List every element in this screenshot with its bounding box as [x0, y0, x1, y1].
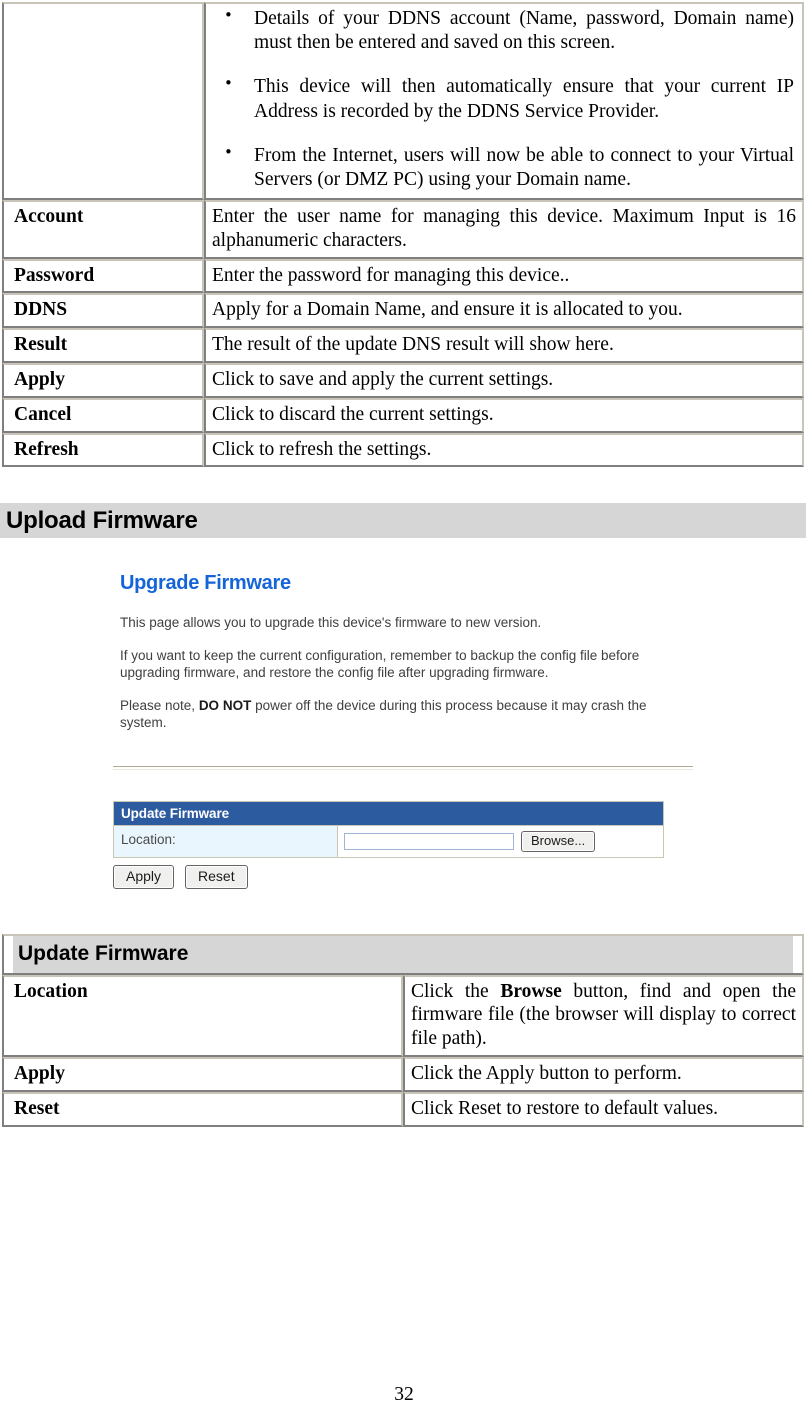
screenshot-paragraph-3: Please note, DO NOT power off the device…: [120, 697, 695, 732]
table-row: DDNS Apply for a Domain Name, and ensure…: [2, 293, 804, 329]
location-row: Location: Browse...: [114, 824, 663, 857]
row-label-location: Location: [2, 974, 403, 1057]
ddns-empty-label-cell: [2, 2, 204, 201]
table-row: Result The result of the update DNS resu…: [2, 328, 804, 363]
table-row: Password Enter the password for managing…: [2, 258, 804, 294]
table-row: Update Firmware: [2, 934, 804, 975]
browse-button[interactable]: Browse...: [521, 830, 596, 852]
screenshot-heading: Upgrade Firmware: [120, 572, 291, 594]
router-ui-screenshot: Upgrade Firmware This page allows you to…: [113, 572, 695, 890]
table-row: Apply Click the Apply button to perform.: [2, 1056, 804, 1092]
location-input[interactable]: [344, 832, 514, 850]
ddns-intro-cell: Details of your DDNS account (Name, pass…: [204, 2, 804, 201]
row-desc-location: Click the Browse button, find and open t…: [403, 974, 804, 1057]
list-item: From the Internet, users will now be abl…: [224, 143, 796, 192]
location-desc-pre: Click the: [411, 980, 501, 1002]
row-desc-account: Enter the user name for managing this de…: [204, 200, 804, 259]
note-emphasis-text: DO NOT: [198, 697, 252, 713]
panel-title-bar: Update Firmware: [114, 801, 663, 825]
note-prefix-text: Please note,: [120, 697, 199, 713]
row-desc-apply: Click to save and apply the current sett…: [204, 362, 804, 398]
reset-button[interactable]: Reset: [185, 864, 248, 890]
row-desc-password: Enter the password for managing this dev…: [204, 258, 804, 294]
row-label-apply: Apply: [2, 362, 204, 398]
row-desc-apply-fw: Click the Apply button to perform.: [403, 1056, 804, 1092]
table-row: Reset Click Reset to restore to default …: [2, 1091, 804, 1127]
table-row: Details of your DDNS account (Name, pass…: [2, 2, 804, 201]
firmware-table-header: Update Firmware: [2, 934, 804, 975]
table-row: Apply Click to save and apply the curren…: [2, 362, 804, 398]
table-row: Cancel Click to discard the current sett…: [2, 397, 804, 433]
firmware-description-table-wrapper: Update Firmware Location Click the Brows…: [0, 934, 804, 1127]
ddns-description-table-wrapper: Details of your DDNS account (Name, pass…: [0, 2, 804, 468]
row-label-apply-fw: Apply: [2, 1056, 403, 1092]
location-value-cell: Browse...: [338, 825, 663, 857]
apply-button[interactable]: Apply: [113, 864, 175, 890]
list-item: Details of your DDNS account (Name, pass…: [224, 6, 796, 55]
table-row: Location Click the Browse button, find a…: [2, 974, 804, 1057]
page-title: Upload Firmware: [6, 507, 198, 534]
table-row: Account Enter the user name for managing…: [2, 200, 804, 259]
table-row: Refresh Click to refresh the settings.: [2, 432, 804, 468]
update-firmware-panel: Update Firmware Location: Browse...: [113, 800, 664, 858]
ddns-description-table: Details of your DDNS account (Name, pass…: [2, 2, 804, 468]
page-number: 32: [394, 1384, 414, 1405]
ddns-intro-bullet-list: Details of your DDNS account (Name, pass…: [212, 6, 796, 192]
list-item: This device will then automatically ensu…: [224, 74, 796, 123]
row-desc-result: The result of the update DNS result will…: [204, 328, 804, 363]
screenshot-paragraph-1: This page allows you to upgrade this dev…: [120, 615, 542, 630]
row-label-refresh: Refresh: [2, 432, 204, 468]
section-heading-upload-firmware: Upload Firmware: [0, 503, 806, 538]
row-label-result: Result: [2, 328, 204, 363]
row-desc-ddns: Apply for a Domain Name, and ensure it i…: [204, 293, 804, 329]
row-label-ddns: DDNS: [2, 293, 204, 329]
horizontal-divider: [113, 765, 693, 770]
row-label-reset-fw: Reset: [2, 1091, 403, 1127]
location-label: Location:: [114, 825, 338, 857]
row-label-cancel: Cancel: [2, 397, 204, 433]
panel-action-buttons: Apply Reset: [113, 864, 695, 890]
row-label-password: Password: [2, 258, 204, 294]
location-desc-bold: Browse: [500, 980, 562, 1002]
row-desc-reset-fw: Click Reset to restore to default values…: [403, 1091, 804, 1127]
firmware-description-table: Update Firmware Location Click the Brows…: [2, 934, 804, 1127]
screenshot-paragraph-2: If you want to keep the current configur…: [120, 647, 640, 681]
row-desc-cancel: Click to discard the current settings.: [204, 397, 804, 433]
row-label-account: Account: [2, 200, 204, 259]
row-desc-refresh: Click to refresh the settings.: [204, 432, 804, 468]
